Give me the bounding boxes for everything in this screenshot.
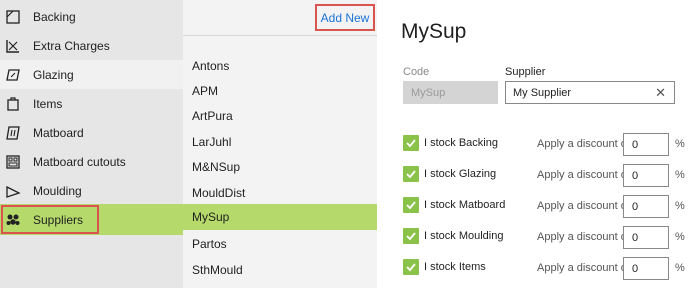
sidebar-item-label: Backing (33, 9, 76, 24)
discount-label: Apply a discount of (537, 169, 630, 181)
matboard-discount-input[interactable]: 0 (623, 195, 669, 218)
sidebar-item-label: Matboard (33, 125, 84, 140)
backing-icon (5, 9, 21, 25)
stock-glazing-checkbox[interactable] (403, 166, 419, 182)
stock-moulding-checkbox[interactable] (403, 228, 419, 244)
backing-discount-input[interactable]: 0 (623, 133, 669, 156)
supplier-list: Add New Antons APM ArtPura LarJuhl M&NSu… (183, 0, 377, 288)
sidebar-item-extra-charges[interactable]: Extra Charges (0, 31, 183, 60)
list-item[interactable]: ArtPura (183, 103, 377, 128)
list-item[interactable]: MouldDist (183, 180, 377, 205)
list-item[interactable]: Antons (183, 53, 377, 78)
sidebar-item-glazing[interactable]: Glazing (0, 60, 183, 89)
page-title: MySup (401, 20, 467, 43)
extra-charges-icon (5, 38, 21, 54)
stock-row-matboard: I stock Matboard Apply a discount of 0 % (403, 195, 693, 218)
stock-row-glazing: I stock Glazing Apply a discount of 0 % (403, 164, 693, 187)
sidebar-item-matboard[interactable]: Matboard (0, 118, 183, 147)
code-field: MySup (403, 81, 498, 104)
suppliers-icon (5, 212, 21, 228)
stock-items-label: I stock Items (424, 261, 486, 273)
items-icon (5, 96, 21, 112)
supplier-label: Supplier (505, 66, 546, 78)
list-item[interactable]: Partos (183, 231, 377, 256)
sidebar-item-label: Moulding (33, 183, 82, 198)
percent-sign: % (675, 262, 685, 274)
supplier-detail: MySup Code Supplier MySup My Supplier ✕ … (377, 0, 700, 288)
list-item[interactable]: APM (183, 78, 377, 103)
stock-row-moulding: I stock Moulding Apply a discount of 0 % (403, 226, 693, 249)
stock-glazing-label: I stock Glazing (424, 168, 497, 180)
percent-sign: % (675, 231, 685, 243)
glazing-icon (5, 67, 21, 83)
percent-sign: % (675, 138, 685, 150)
sidebar-nav: Backing Extra Charges Glazing Items Matb… (0, 0, 183, 288)
stock-row-backing: I stock Backing Apply a discount of 0 % (403, 133, 693, 156)
stock-moulding-label: I stock Moulding (424, 230, 504, 242)
supplier-field-value: My Supplier (513, 86, 572, 99)
sidebar-item-label: Matboard cutouts (33, 154, 126, 169)
items-discount-input[interactable]: 0 (623, 257, 669, 280)
list-item-selected[interactable]: MySup (183, 204, 377, 230)
sidebar-item-items[interactable]: Items (0, 89, 183, 118)
stock-row-items: I stock Items Apply a discount of 0 % (403, 257, 693, 280)
matboard-cutouts-icon (5, 154, 21, 170)
moulding-icon (5, 183, 21, 199)
sidebar-item-label: Extra Charges (33, 38, 110, 53)
sidebar-item-label: Items (33, 96, 63, 111)
discount-label: Apply a discount of (537, 138, 630, 150)
supplier-field[interactable]: My Supplier ✕ (505, 81, 675, 104)
code-label: Code (403, 66, 430, 78)
percent-sign: % (675, 169, 685, 181)
list-item[interactable]: SthMould (183, 257, 377, 282)
list-header: Add New (183, 0, 377, 36)
clear-icon[interactable]: ✕ (655, 85, 666, 101)
add-new-button[interactable]: Add New (315, 4, 375, 31)
sidebar-item-matboard-cutouts[interactable]: Matboard cutouts (0, 147, 183, 176)
list-item[interactable]: LarJuhl (183, 129, 377, 154)
sidebar-item-moulding[interactable]: Moulding (0, 176, 183, 205)
moulding-discount-input[interactable]: 0 (623, 226, 669, 249)
discount-label: Apply a discount of (537, 231, 630, 243)
stock-matboard-checkbox[interactable] (403, 197, 419, 213)
discount-label: Apply a discount of (537, 262, 630, 274)
stock-items-checkbox[interactable] (403, 259, 419, 275)
glazing-discount-input[interactable]: 0 (623, 164, 669, 187)
stock-backing-label: I stock Backing (424, 137, 498, 149)
sidebar-item-suppliers[interactable]: Suppliers (0, 204, 183, 235)
sidebar-item-label: Suppliers (33, 212, 84, 227)
list-item[interactable]: M&NSup (183, 154, 377, 179)
discount-label: Apply a discount of (537, 200, 630, 212)
stock-matboard-label: I stock Matboard (424, 199, 506, 211)
sidebar-item-backing[interactable]: Backing (0, 2, 183, 31)
sidebar-item-label: Glazing (33, 67, 74, 82)
matboard-icon (5, 125, 21, 141)
stock-backing-checkbox[interactable] (403, 135, 419, 151)
percent-sign: % (675, 200, 685, 212)
